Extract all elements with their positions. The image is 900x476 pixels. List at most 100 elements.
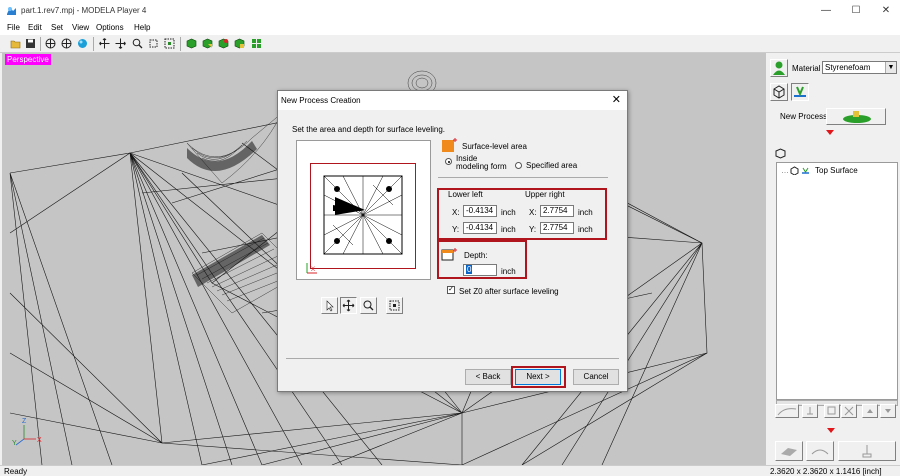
back-button[interactable]: < Back: [465, 369, 511, 385]
lower-left-y-label: Y:: [452, 225, 460, 234]
radio-specified-area[interactable]: [515, 162, 522, 169]
pan-icon[interactable]: [99, 38, 110, 49]
new-process-dialog: New Process Creation ✕ Set the area and …: [277, 90, 628, 392]
title-bar: part.1.rev7.mpj - MODELA Player 4 — ☐ ✕: [0, 0, 900, 22]
zoom-tool-button[interactable]: [360, 297, 377, 314]
surface-level-area-label: Surface-level area: [462, 142, 527, 151]
arrow-down-2-icon: [827, 428, 835, 433]
chevron-down-icon[interactable]: ▼: [885, 62, 896, 73]
lower-left-y-unit: inch: [501, 225, 516, 234]
close-window-button[interactable]: ✕: [871, 2, 900, 20]
tool-down-button[interactable]: [802, 404, 818, 418]
material-select[interactable]: Styrenefoam ▼: [822, 61, 897, 74]
next-button[interactable]: Next >: [515, 369, 561, 385]
magnifier-icon: [363, 300, 374, 311]
new-process-icon: [843, 111, 871, 123]
arrow-down-icon: [826, 130, 834, 135]
zoom-extents-icon[interactable]: [164, 38, 175, 49]
dialog-close-button[interactable]: ✕: [612, 93, 621, 106]
simulate-button[interactable]: [806, 441, 834, 461]
box-icon: [773, 85, 785, 99]
new-process-label: New Process: [780, 112, 828, 121]
depth-unit: inch: [501, 267, 516, 276]
new-process-button[interactable]: [826, 108, 886, 125]
move-down-button[interactable]: [880, 404, 896, 418]
process-cube-2-icon[interactable]: [202, 38, 213, 49]
upper-right-x-field[interactable]: 2.7754: [540, 205, 574, 217]
radio-specified-label: Specified area: [526, 161, 578, 170]
tree-item-top-surface[interactable]: Top Surface: [815, 166, 858, 175]
window-title: part.1.rev7.mpj - MODELA Player 4: [21, 6, 147, 15]
depth-field[interactable]: 0: [463, 264, 497, 276]
grid-layout-icon[interactable]: [251, 38, 262, 49]
save-icon[interactable]: [25, 38, 36, 49]
select-tool-button[interactable]: [321, 297, 338, 314]
surface-icon: [802, 167, 809, 174]
dialog-instruction: Set the area and depth for surface level…: [292, 125, 445, 134]
svg-text:Z: Z: [22, 418, 27, 425]
delete-button[interactable]: [841, 404, 857, 418]
area-preview[interactable]: X: [296, 140, 431, 280]
menu-options[interactable]: Options: [96, 23, 124, 32]
preview-button[interactable]: [775, 441, 803, 461]
depth-icon: [441, 248, 457, 261]
cancel-button[interactable]: Cancel: [573, 369, 619, 385]
set-z0-checkbox[interactable]: ✓: [447, 286, 455, 294]
pan-tool-button[interactable]: [340, 297, 357, 314]
zoom-icon[interactable]: [132, 38, 143, 49]
maximize-button[interactable]: ☐: [841, 2, 871, 20]
svg-text:X: X: [37, 437, 42, 444]
toolbar: [0, 35, 900, 53]
upper-right-x-unit: inch: [578, 208, 593, 217]
cut-icon: [862, 445, 872, 458]
arrow-up-icon: [867, 409, 873, 413]
material-value: Styrenefoam: [825, 63, 871, 72]
process-cube-3-icon[interactable]: [218, 38, 229, 49]
separator: [438, 177, 608, 178]
process-tab-icon[interactable]: [775, 148, 786, 159]
menu-set[interactable]: Set: [51, 23, 63, 32]
lower-left-x-field[interactable]: -0.4134: [463, 205, 497, 217]
model-view-button[interactable]: [770, 83, 788, 101]
bottom-separator: [286, 358, 619, 359]
model-dimensions: 2.3620 x 2.3620 x 1.1416 [inch]: [770, 467, 882, 476]
tool-icon: [794, 86, 806, 97]
process-tree[interactable]: … Top Surface: [776, 162, 898, 400]
toolpath-button[interactable]: [775, 404, 799, 418]
preview-icon: [781, 448, 797, 456]
upper-right-label: Upper right: [525, 190, 565, 199]
view-top-icon[interactable]: [45, 38, 56, 49]
fit-to-window-icon[interactable]: [148, 38, 159, 49]
view-front-icon[interactable]: [61, 38, 72, 49]
lower-left-y-field[interactable]: -0.4134: [463, 222, 497, 234]
process-cube-icon[interactable]: [186, 38, 197, 49]
material-button[interactable]: [770, 59, 788, 77]
depth-label: Depth:: [464, 251, 488, 260]
upper-right-y-unit: inch: [578, 225, 593, 234]
preview-part-mesh: [323, 175, 403, 255]
upper-right-y-label: Y:: [529, 225, 537, 234]
menu-file[interactable]: File: [7, 23, 20, 32]
process-view-button[interactable]: [791, 83, 809, 101]
move-icon[interactable]: [115, 38, 126, 49]
lower-left-x-label: X:: [452, 208, 460, 217]
perspective-label: Perspective: [5, 54, 51, 65]
copy-button[interactable]: [824, 404, 840, 418]
open-folder-icon[interactable]: [10, 38, 21, 49]
move-up-button[interactable]: [862, 404, 878, 418]
minimize-button[interactable]: —: [811, 2, 841, 20]
svg-text:X: X: [311, 267, 315, 273]
menu-help[interactable]: Help: [134, 23, 150, 32]
menu-edit[interactable]: Edit: [28, 23, 42, 32]
upper-right-y-field[interactable]: 2.7754: [540, 222, 574, 234]
process-cube-4-icon[interactable]: [234, 38, 245, 49]
user-green-icon: [773, 61, 785, 75]
status-bar: Ready 2.3620 x 2.3620 x 1.1416 [inch]: [0, 465, 900, 476]
render-sphere-icon[interactable]: [77, 38, 88, 49]
menu-view[interactable]: View: [72, 23, 89, 32]
cut-button[interactable]: [838, 441, 896, 461]
delete-icon: [844, 406, 854, 416]
preview-axis-icon: X: [306, 263, 317, 274]
fit-tool-button[interactable]: [386, 297, 403, 314]
radio-inside-modeling-form[interactable]: [445, 158, 452, 165]
